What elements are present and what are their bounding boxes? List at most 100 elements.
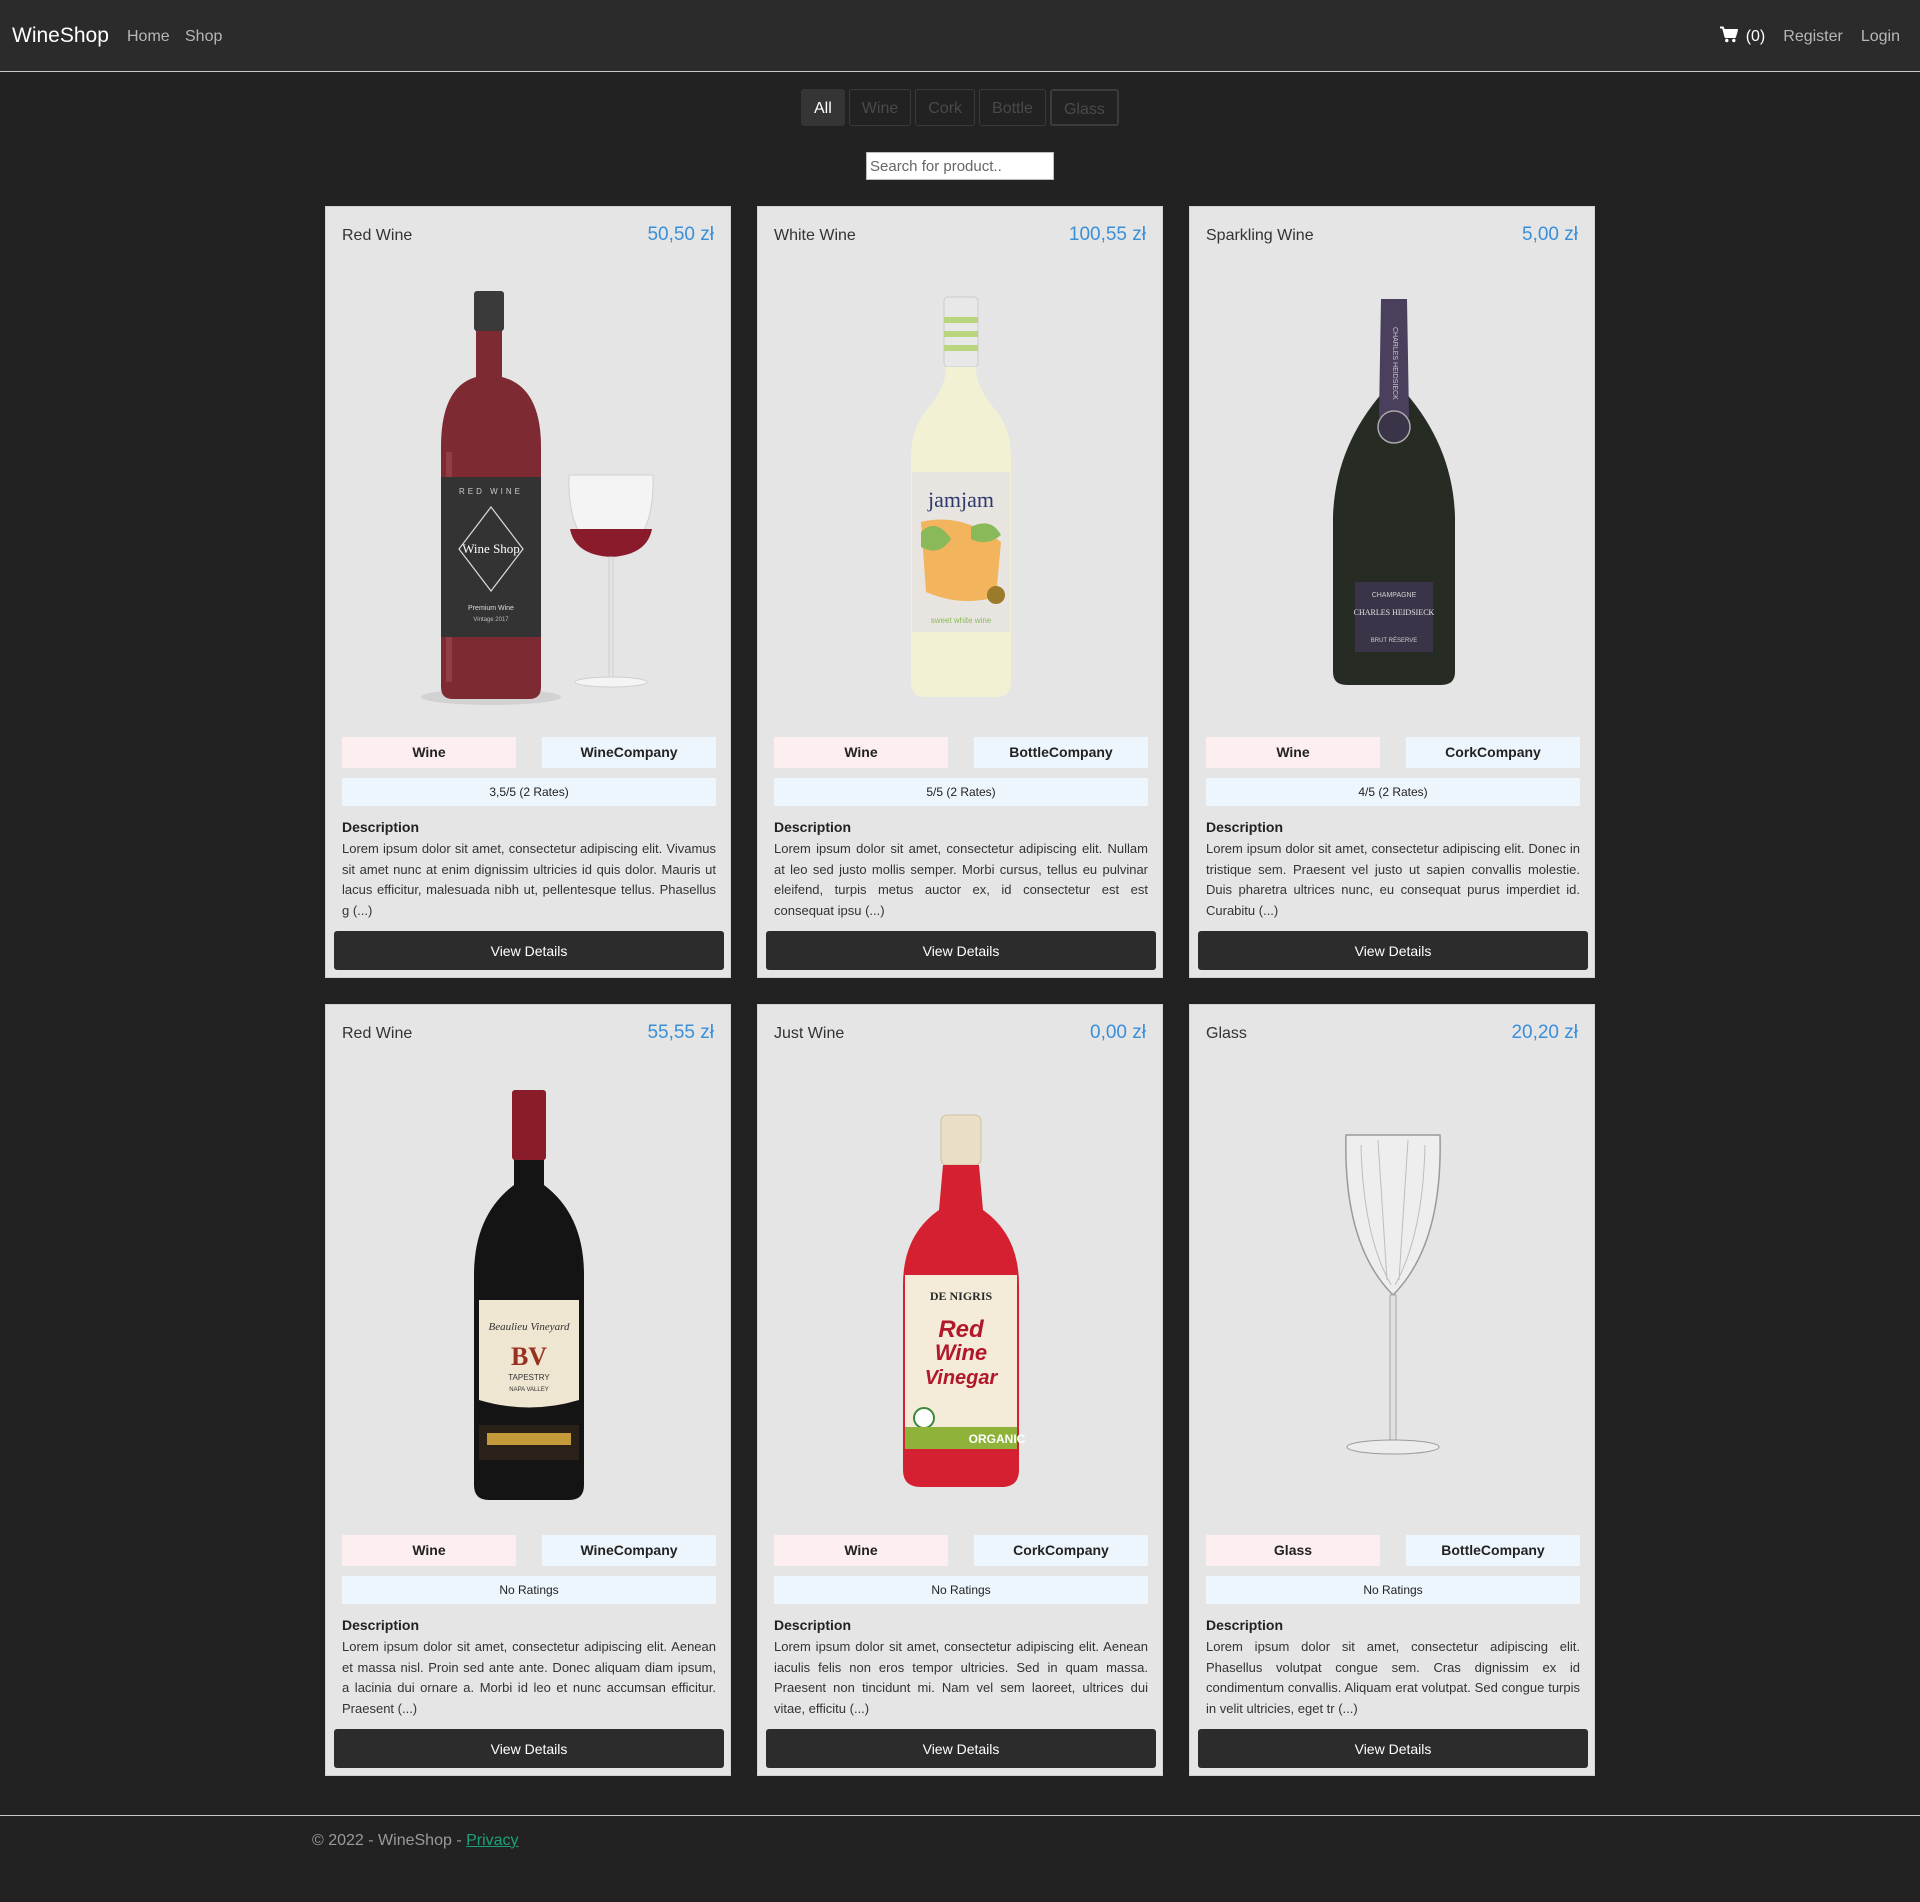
description-label: Description	[1206, 819, 1284, 835]
rating-badge: 4/5 (2 Rates)	[1206, 778, 1580, 806]
product-image[interactable]: DE NIGRIS Red Wine Vinegar ORGANIC	[758, 1065, 1164, 1525]
nav-login[interactable]: Login	[1861, 28, 1900, 46]
product-price: 5,00 zł	[1522, 224, 1578, 245]
product-price: 100,55 zł	[1068, 224, 1146, 245]
product-price: 20,20 zł	[1511, 1022, 1578, 1043]
filter-glass[interactable]: Glass	[1049, 89, 1119, 126]
white-wine-label-sub: sweet white wine	[931, 616, 992, 625]
product-name: Just Wine	[774, 1025, 845, 1042]
product-name: Sparkling Wine	[1206, 227, 1314, 244]
category-tag: Wine	[774, 737, 948, 768]
sparkling-label-top: CHAMPAGNE	[1372, 592, 1417, 599]
rating-badge: 5/5 (2 Rates)	[774, 778, 1148, 806]
category-tag: Wine	[342, 1535, 516, 1566]
product-card: Glass 20,20 zł Glass BottleCompany No Ra…	[1189, 1004, 1595, 1776]
sparkling-neck-label: CHARLES HEIDSIECK	[1391, 327, 1398, 400]
description-label: Description	[774, 1617, 852, 1633]
nav-register[interactable]: Register	[1783, 28, 1843, 46]
product-image[interactable]	[1190, 1065, 1596, 1525]
filter-bottle[interactable]: Bottle	[979, 89, 1046, 126]
white-wine-label-brand: jamjam	[927, 487, 994, 512]
red-wine-label-brand: Wine Shop	[462, 541, 520, 556]
product-image[interactable]: jamjam sweet white wine	[758, 267, 1164, 727]
search-input[interactable]	[866, 152, 1054, 180]
rating-badge: No Ratings	[1206, 1576, 1580, 1604]
nav-shop[interactable]: Shop	[185, 28, 222, 46]
privacy-link[interactable]: Privacy	[466, 1832, 518, 1849]
footer-text: © 2022 - WineShop - Privacy	[312, 1832, 519, 1850]
vinegar-label-sub: ORGANIC	[969, 1432, 1026, 1446]
view-details-button[interactable]: View Details	[766, 1729, 1156, 1768]
bv-label-top: Beaulieu Vineyard	[489, 1321, 570, 1333]
company-tag: WineCompany	[542, 737, 716, 768]
vinegar-label-line3: Vinegar	[925, 1367, 999, 1389]
cart-icon	[1719, 26, 1738, 48]
company-tag: BottleCompany	[974, 737, 1148, 768]
product-price: 50,50 zł	[647, 224, 714, 245]
sparkling-label-sub: BRUT RÉSERVE	[1371, 637, 1417, 644]
vinegar-label-line2: Wine	[935, 1340, 987, 1365]
cart-count: (0)	[1745, 28, 1766, 45]
sparkling-label-brand: CHARLES HEIDSIECK	[1354, 608, 1435, 617]
rating-badge: 3,5/5 (2 Rates)	[342, 778, 716, 806]
product-price: 55,55 zł	[647, 1022, 714, 1043]
vinegar-label-top: DE NIGRIS	[930, 1289, 993, 1303]
company-tag: WineCompany	[542, 1535, 716, 1566]
navbar: WineShop Home Shop (0) Register Login	[0, 0, 1920, 72]
company-tag: CorkCompany	[974, 1535, 1148, 1566]
description-label: Description	[1206, 1617, 1284, 1633]
nav-home[interactable]: Home	[127, 28, 170, 46]
company-tag: BottleCompany	[1406, 1535, 1580, 1566]
view-details-button[interactable]: View Details	[334, 931, 724, 970]
cart-link[interactable]: (0)	[1719, 26, 1766, 48]
description-label: Description	[342, 1617, 420, 1633]
filter-wine[interactable]: Wine	[848, 89, 912, 126]
red-wine-label-top: RED WINE	[459, 487, 523, 496]
category-tag: Wine	[342, 737, 516, 768]
product-name: Glass	[1206, 1025, 1247, 1042]
product-card: Red Wine 55,55 zł Beaulieu Vineyard BV T…	[325, 1004, 731, 1776]
footer: © 2022 - WineShop - Privacy	[0, 1815, 1920, 1849]
description-text: Lorem ipsum dolor sit amet, consectetur …	[1206, 841, 1580, 918]
product-image[interactable]: RED WINE Wine Shop Premium Wine Vintage …	[326, 267, 732, 727]
red-wine-label-sub: Premium Wine	[468, 605, 514, 612]
product-card: Red Wine 50,50 zł RED WINE Wine Shop Pre…	[325, 206, 731, 978]
description-text: Lorem ipsum dolor sit amet, consectetur …	[774, 841, 1148, 918]
product-image[interactable]: CHARLES HEIDSIECK CHAMPAGNE CHARLES HEID…	[1190, 267, 1596, 727]
bv-label-brand: BV	[511, 1342, 547, 1371]
view-details-button[interactable]: View Details	[766, 931, 1156, 970]
description-label: Description	[774, 819, 852, 835]
product-card: Sparkling Wine 5,00 zł CHARLES HEIDSIECK…	[1189, 206, 1595, 978]
company-tag: CorkCompany	[1406, 737, 1580, 768]
description-text: Lorem ipsum dolor sit amet, consectetur …	[1206, 1639, 1580, 1716]
description-text: Lorem ipsum dolor sit amet, consectetur …	[342, 1639, 716, 1716]
product-card: Just Wine 0,00 zł DE NIGRIS Red Wine Vin…	[757, 1004, 1163, 1776]
nav-right: (0) Register Login	[1719, 26, 1900, 48]
category-tag: Wine	[1206, 737, 1380, 768]
category-tag: Glass	[1206, 1535, 1380, 1566]
category-filters: All Wine Cork Bottle Glass	[801, 89, 1119, 126]
red-wine-label-vintage: Vintage 2017	[473, 617, 509, 623]
product-image[interactable]: Beaulieu Vineyard BV TAPESTRY NAPA VALLE…	[326, 1065, 732, 1525]
category-tag: Wine	[774, 1535, 948, 1566]
description-text: Lorem ipsum dolor sit amet, consectetur …	[774, 1639, 1148, 1716]
rating-badge: No Ratings	[774, 1576, 1148, 1604]
product-name: White Wine	[774, 227, 856, 244]
product-name: Red Wine	[342, 1025, 413, 1042]
view-details-button[interactable]: View Details	[1198, 1729, 1588, 1768]
filter-cork[interactable]: Cork	[915, 89, 976, 126]
description-label: Description	[342, 819, 420, 835]
product-price: 0,00 zł	[1090, 1022, 1146, 1043]
brand-link[interactable]: WineShop	[12, 24, 109, 48]
product-card: White Wine 100,55 zł jamjam sweet white …	[757, 206, 1163, 978]
copyright: © 2022 - WineShop -	[312, 1832, 467, 1849]
bv-label-sub: TAPESTRY	[508, 1373, 550, 1382]
description-text: Lorem ipsum dolor sit amet, consectetur …	[342, 841, 716, 918]
filter-all[interactable]: All	[801, 89, 845, 126]
bv-label-region: NAPA VALLEY	[509, 1387, 548, 1393]
product-name: Red Wine	[342, 227, 413, 244]
view-details-button[interactable]: View Details	[334, 1729, 724, 1768]
vinegar-label-line1: Red	[938, 1316, 985, 1343]
rating-badge: No Ratings	[342, 1576, 716, 1604]
view-details-button[interactable]: View Details	[1198, 931, 1588, 970]
